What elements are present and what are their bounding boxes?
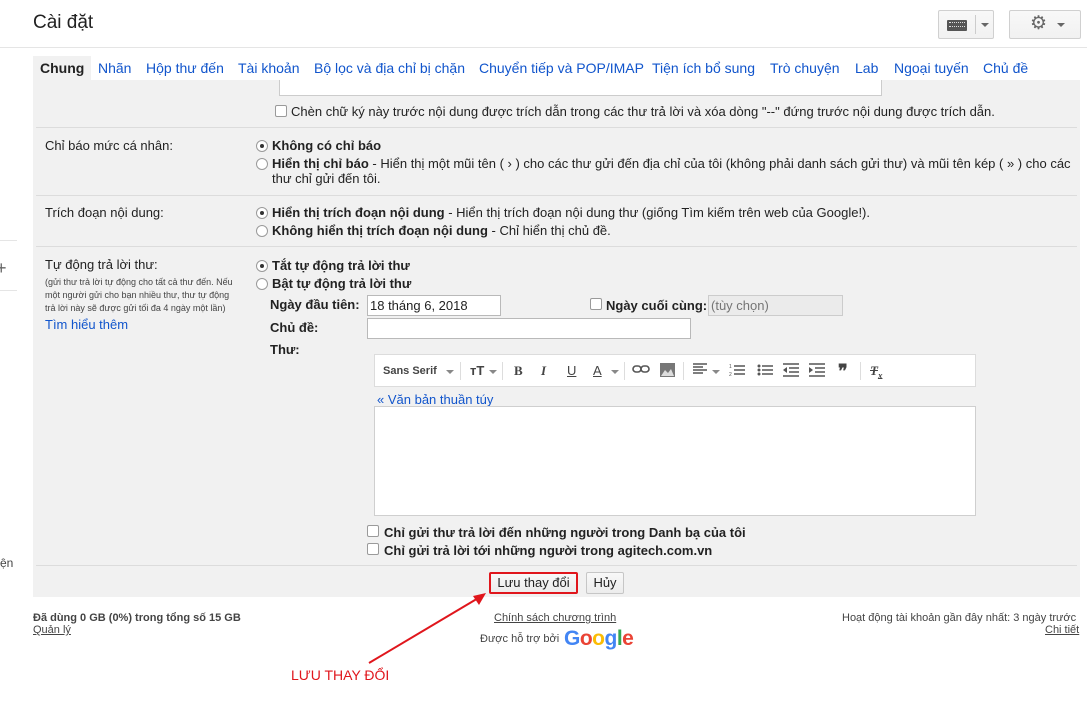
annotation-arrow xyxy=(368,593,486,664)
annotation-label: LƯU THAY ĐỔI xyxy=(291,667,390,683)
